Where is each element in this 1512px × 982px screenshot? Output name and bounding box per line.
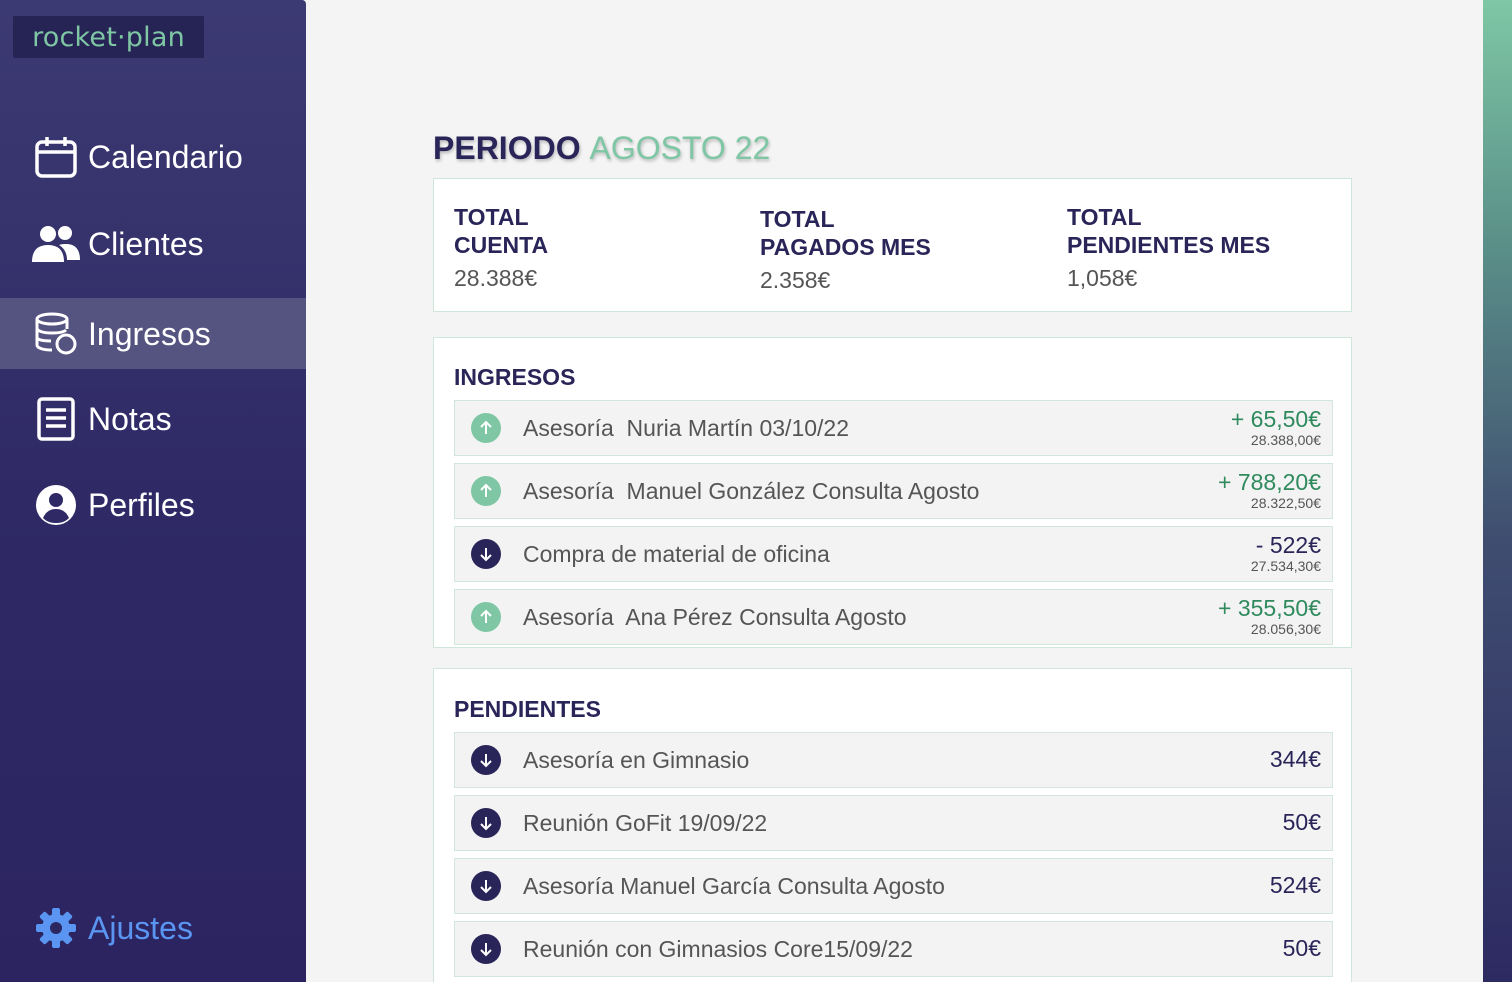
period-label: PERIODO — [433, 130, 581, 166]
transaction-description: Asesoría Manuel González Consulta Agosto — [523, 477, 980, 504]
summary-title: TOTAL CUENTA — [454, 203, 548, 259]
arrow-down-icon — [471, 808, 501, 838]
sidebar: rocket·plan Calendario Clientes Ingresos… — [0, 0, 306, 982]
pending-description: Reunión con Gimnasios Core15/09/22 — [523, 935, 913, 962]
notes-icon — [32, 395, 80, 443]
arrow-down-icon — [471, 745, 501, 775]
transaction-amount: - 522€ 27.534,30€ — [1251, 532, 1321, 574]
sidebar-item-ajustes[interactable]: Ajustes — [0, 892, 306, 963]
sidebar-item-clientes[interactable]: Clientes — [0, 208, 306, 279]
sidebar-item-calendario[interactable]: Calendario — [0, 121, 306, 192]
users-icon — [32, 220, 80, 268]
summary-total-pendientes: TOTAL PENDIENTES MES 1,058€ — [1067, 203, 1270, 292]
page-title: PERIODO AGOSTO 22 — [433, 130, 770, 167]
summary-title: TOTAL PENDIENTES MES — [1067, 203, 1270, 259]
sidebar-item-notas[interactable]: Notas — [0, 383, 306, 454]
sidebar-item-label: Clientes — [88, 225, 204, 262]
coins-icon — [32, 310, 80, 358]
summary-total-pagados: TOTAL PAGADOS MES 2.358€ — [760, 205, 931, 294]
amount-value: + 65,50€ — [1230, 406, 1321, 432]
pending-description: Reunión GoFit 19/09/22 — [523, 809, 768, 836]
transaction-description: Compra de material de oficina — [523, 540, 830, 567]
summary-value: 1,058€ — [1067, 265, 1138, 291]
sidebar-item-label: Notas — [88, 400, 172, 437]
transaction-amount: + 65,50€ 28.388,00€ — [1231, 406, 1321, 448]
sidebar-item-perfiles[interactable]: Perfiles — [0, 469, 306, 540]
pending-row[interactable]: Asesoría en Gimnasio 344€ — [454, 732, 1333, 788]
pending-description: Asesoría en Gimnasio — [523, 746, 750, 773]
ingresos-card: INGRESOS Asesoría Nuria Martín 03/10/22 … — [433, 337, 1352, 648]
arrow-down-icon — [471, 539, 501, 569]
arrow-up-icon — [471, 602, 501, 632]
summary-title-line: PENDIENTES MES — [1067, 232, 1271, 258]
sidebar-item-label: Ajustes — [88, 909, 193, 946]
app-logo[interactable]: rocket·plan — [13, 16, 204, 58]
calendar-icon — [32, 133, 80, 181]
pendientes-card: PENDIENTES Asesoría en Gimnasio 344€ Reu… — [433, 668, 1352, 982]
balance-value: 28.322,50€ — [1250, 495, 1321, 511]
summary-title: TOTAL PAGADOS MES — [760, 205, 931, 261]
summary-title-line: TOTAL — [1067, 204, 1142, 230]
profile-icon — [32, 481, 80, 529]
pending-row[interactable]: Asesoría Manuel García Consulta Agosto 5… — [454, 858, 1333, 914]
arrow-down-icon — [471, 871, 501, 901]
summary-title-line: TOTAL — [454, 204, 529, 230]
transaction-description: Asesoría Ana Pérez Consulta Agosto — [523, 603, 907, 630]
balance-value: 28.056,30€ — [1250, 621, 1321, 637]
amount-value: - 522€ — [1255, 532, 1321, 558]
arrow-up-icon — [471, 413, 501, 443]
sidebar-item-label: Calendario — [88, 138, 243, 175]
pending-amount: 524€ — [1269, 872, 1321, 898]
balance-value: 28.388,00€ — [1250, 432, 1321, 448]
amount-value: + 788,20€ — [1218, 469, 1321, 495]
transaction-row[interactable]: Compra de material de oficina - 522€ 27.… — [454, 526, 1333, 582]
transaction-row[interactable]: Asesoría Nuria Martín 03/10/22 + 65,50€ … — [454, 400, 1333, 456]
section-title-ingresos: INGRESOS — [454, 364, 576, 390]
pending-amount: 344€ — [1269, 746, 1321, 772]
pending-description: Asesoría Manuel García Consulta Agosto — [523, 872, 945, 899]
transaction-description: Asesoría Nuria Martín 03/10/22 — [523, 414, 849, 441]
sidebar-item-label: Perfiles — [88, 486, 195, 523]
pending-row[interactable]: Reunión con Gimnasios Core15/09/22 50€ — [454, 921, 1333, 977]
sidebar-item-label: Ingresos — [88, 315, 211, 352]
transaction-amount: + 788,20€ 28.322,50€ — [1218, 469, 1321, 511]
summary-card: TOTAL CUENTA 28.388€ TOTAL PAGADOS MES 2… — [433, 178, 1352, 312]
transaction-row[interactable]: Asesoría Manuel González Consulta Agosto… — [454, 463, 1333, 519]
sidebar-item-ingresos[interactable]: Ingresos — [0, 298, 306, 369]
summary-total-cuenta: TOTAL CUENTA 28.388€ — [454, 203, 548, 292]
arrow-up-icon — [471, 476, 501, 506]
summary-title-line: CUENTA — [454, 232, 549, 258]
summary-value: 2.358€ — [760, 267, 831, 293]
gear-icon — [32, 904, 80, 952]
summary-title-line: TOTAL — [760, 206, 835, 232]
pending-amount: 50€ — [1282, 935, 1321, 961]
pending-amount: 50€ — [1282, 809, 1321, 835]
transaction-row[interactable]: Asesoría Ana Pérez Consulta Agosto + 355… — [454, 589, 1333, 645]
decorative-strip — [1483, 0, 1512, 982]
amount-value: + 355,50€ — [1218, 595, 1321, 621]
transaction-amount: + 355,50€ 28.056,30€ — [1218, 595, 1321, 637]
section-title-pendientes: PENDIENTES — [454, 696, 601, 722]
summary-title-line: PAGADOS MES — [760, 234, 931, 260]
summary-value: 28.388€ — [454, 265, 538, 291]
balance-value: 27.534,30€ — [1250, 558, 1321, 574]
pending-row[interactable]: Reunión GoFit 19/09/22 50€ — [454, 795, 1333, 851]
arrow-down-icon — [471, 934, 501, 964]
period-value: AGOSTO 22 — [589, 130, 771, 166]
